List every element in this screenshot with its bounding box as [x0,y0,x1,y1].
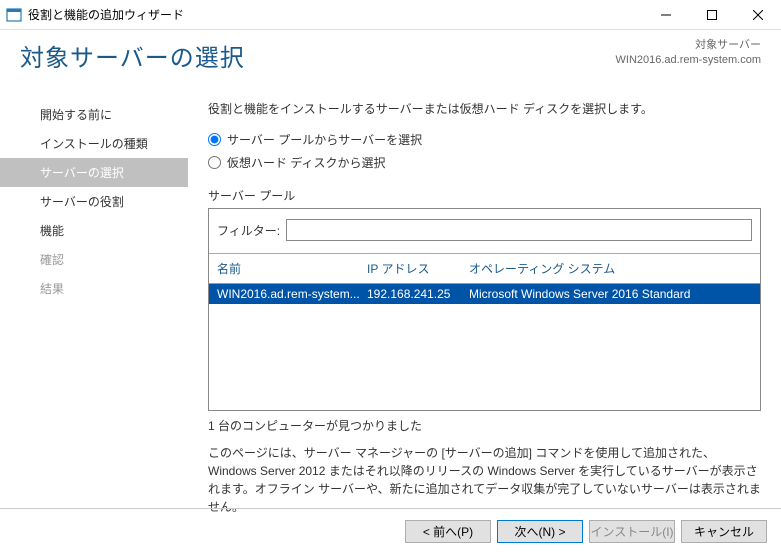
radio-server-pool-label: サーバー プールからサーバーを選択 [227,131,422,148]
cell-os: Microsoft Windows Server 2016 Standard [469,287,752,301]
radio-server-pool-input[interactable] [208,133,221,146]
next-button[interactable]: 次へ(N) > [497,520,583,543]
radio-vhd-input[interactable] [208,156,221,169]
server-pool-box: フィルター: 名前 IP アドレス オペレーティング システム WIN2016.… [208,208,761,411]
wizard-sidebar: 開始する前に インストールの種類 サーバーの選択 サーバーの役割 機能 確認 結… [0,90,188,508]
wizard-footer: < 前へ(P) 次へ(N) > インストール(I) キャンセル [0,508,781,553]
cell-ip: 192.168.241.25 [367,287,469,301]
filter-label: フィルター: [217,222,280,239]
description-text: このページには、サーバー マネージャーの [サーバーの追加] コマンドを使用して… [208,444,761,516]
server-pool-label: サーバー プール [208,187,761,204]
radio-vhd[interactable]: 仮想ハード ディスクから選択 [208,154,761,171]
page-title: 対象サーバーの選択 [20,38,245,73]
cell-name: WIN2016.ad.rem-system... [217,287,367,301]
app-icon [6,7,22,23]
radio-vhd-label: 仮想ハード ディスクから選択 [227,154,386,171]
column-header-os[interactable]: オペレーティング システム [469,260,752,277]
radio-server-pool[interactable]: サーバー プールからサーバーを選択 [208,131,761,148]
target-server-label: 対象サーバー [616,38,761,53]
column-header-name[interactable]: 名前 [217,260,367,277]
sidebar-item-server-roles[interactable]: サーバーの役割 [0,187,188,216]
maximize-button[interactable] [689,0,735,30]
window-title: 役割と機能の追加ウィザード [28,6,184,23]
filter-row: フィルター: [209,209,760,254]
minimize-button[interactable] [643,0,689,30]
sidebar-item-features[interactable]: 機能 [0,216,188,245]
target-server-name: WIN2016.ad.rem-system.com [616,53,761,68]
instruction-text: 役割と機能をインストールするサーバーまたは仮想ハード ディスクを選択します。 [208,100,761,117]
table-row[interactable]: WIN2016.ad.rem-system... 192.168.241.25 … [209,284,760,304]
titlebar: 役割と機能の追加ウィザード [0,0,781,30]
cancel-button[interactable]: キャンセル [681,520,767,543]
prev-button[interactable]: < 前へ(P) [405,520,491,543]
sidebar-item-server-selection[interactable]: サーバーの選択 [0,158,188,187]
sidebar-item-install-type[interactable]: インストールの種類 [0,129,188,158]
column-header-ip[interactable]: IP アドレス [367,260,469,277]
content-pane: 役割と機能をインストールするサーバーまたは仮想ハード ディスクを選択します。 サ… [188,90,781,508]
sidebar-item-before-begin[interactable]: 開始する前に [0,100,188,129]
filter-input[interactable] [286,219,752,241]
grid-body: WIN2016.ad.rem-system... 192.168.241.25 … [209,284,760,410]
computers-found-text: 1 台のコンピューターが見つかりました [208,417,761,434]
target-server-info: 対象サーバー WIN2016.ad.rem-system.com [616,38,761,69]
sidebar-item-confirm: 確認 [0,245,188,274]
close-button[interactable] [735,0,781,30]
install-button: インストール(I) [589,520,675,543]
grid-header: 名前 IP アドレス オペレーティング システム [209,254,760,284]
sidebar-item-results: 結果 [0,274,188,303]
header: 対象サーバーの選択 対象サーバー WIN2016.ad.rem-system.c… [0,30,781,90]
